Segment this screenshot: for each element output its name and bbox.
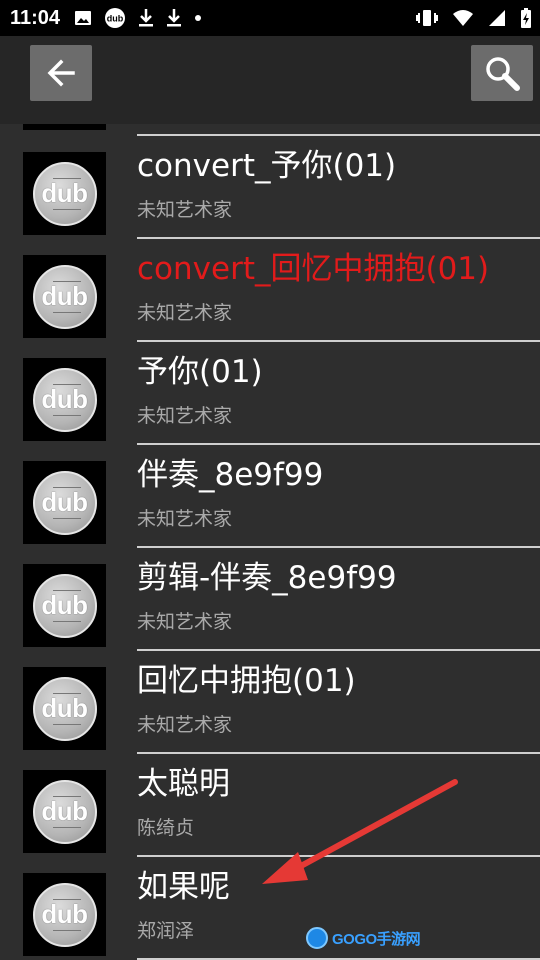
toolbar (0, 36, 540, 124)
thumb-label: dub (41, 384, 88, 414)
thumb-label: dub (41, 693, 88, 723)
thumb-label: dub (41, 178, 88, 208)
partial-thumbnail (23, 124, 106, 130)
album-art: dub (23, 255, 106, 338)
dub-logo-icon: dub (32, 573, 97, 638)
thumb-label: dub (41, 590, 88, 620)
song-title: convert_予你(01) (137, 148, 397, 184)
thumb-label: dub (41, 796, 88, 826)
song-row[interactable]: dub 伴奏_8e9f99 未知艺术家 (0, 445, 540, 548)
dub-logo-icon: dub (32, 779, 97, 844)
song-title: convert_回忆中拥抱(01) (137, 251, 490, 287)
song-title: 剪辑-伴奏_8e9f99 (137, 560, 397, 596)
status-time: 11:04 (10, 6, 61, 29)
svg-text:dub: dub (107, 14, 124, 24)
battery-charging-icon (520, 8, 532, 28)
download-icon (138, 8, 154, 28)
song-title: 伴奏_8e9f99 (137, 457, 324, 493)
album-art: dub (23, 667, 106, 750)
song-artist: 未知艺术家 (137, 199, 233, 221)
song-row[interactable]: dub convert_回忆中拥抱(01) 未知艺术家 (0, 239, 540, 342)
search-icon (486, 57, 520, 91)
song-artist: 郑润泽 (137, 920, 195, 942)
song-title: 回忆中拥抱(01) (137, 663, 356, 699)
song-artist: 未知艺术家 (137, 508, 233, 530)
thumb-label: dub (41, 899, 88, 929)
system-icons (416, 8, 532, 28)
album-art: dub (23, 873, 106, 956)
song-artist: 陈绮贞 (137, 817, 195, 839)
dub-logo-icon: dub (32, 161, 97, 226)
dub-icon: dub (104, 7, 126, 29)
song-row[interactable]: dub 予你(01) 未知艺术家 (0, 342, 540, 445)
song-title: 太聪明 (137, 766, 230, 802)
search-button[interactable] (471, 45, 533, 101)
song-title: 如果呢 (137, 869, 230, 905)
thumb-label: dub (41, 487, 88, 517)
song-artist: 未知艺术家 (137, 714, 233, 736)
download-icon (166, 8, 182, 28)
dub-logo-icon: dub (32, 264, 97, 329)
annotation-arrow (262, 779, 458, 884)
album-art: dub (23, 358, 106, 441)
album-art: dub (23, 770, 106, 853)
song-artist: 未知艺术家 (137, 611, 233, 633)
watermark-logo-icon (306, 927, 328, 949)
song-row[interactable]: dub convert_予你(01) 未知艺术家 (0, 136, 540, 239)
dub-logo-icon: dub (32, 676, 97, 741)
album-art: dub (23, 564, 106, 647)
wifi-icon (452, 9, 474, 27)
watermark: GOGO手游网 (306, 924, 421, 952)
album-art: dub (23, 152, 106, 235)
image-icon (74, 9, 92, 27)
signal-icon (488, 9, 506, 27)
arrow-left-icon (47, 59, 75, 87)
vibrate-icon (416, 9, 438, 27)
back-button[interactable] (30, 45, 92, 101)
status-bar: 11:04 dub (0, 0, 540, 36)
album-art: dub (23, 461, 106, 544)
dot-icon (194, 14, 202, 22)
dub-logo-icon: dub (32, 470, 97, 535)
song-artist: 未知艺术家 (137, 302, 233, 324)
song-row[interactable]: dub 剪辑-伴奏_8e9f99 未知艺术家 (0, 548, 540, 651)
song-row[interactable]: dub 回忆中拥抱(01) 未知艺术家 (0, 651, 540, 754)
dub-logo-icon: dub (32, 367, 97, 432)
dub-logo-icon: dub (32, 882, 97, 947)
song-title: 予你(01) (137, 354, 263, 390)
watermark-text: GOGO手游网 (332, 930, 421, 948)
notification-icons: dub (74, 7, 202, 29)
thumb-label: dub (41, 281, 88, 311)
song-artist: 未知艺术家 (137, 405, 233, 427)
